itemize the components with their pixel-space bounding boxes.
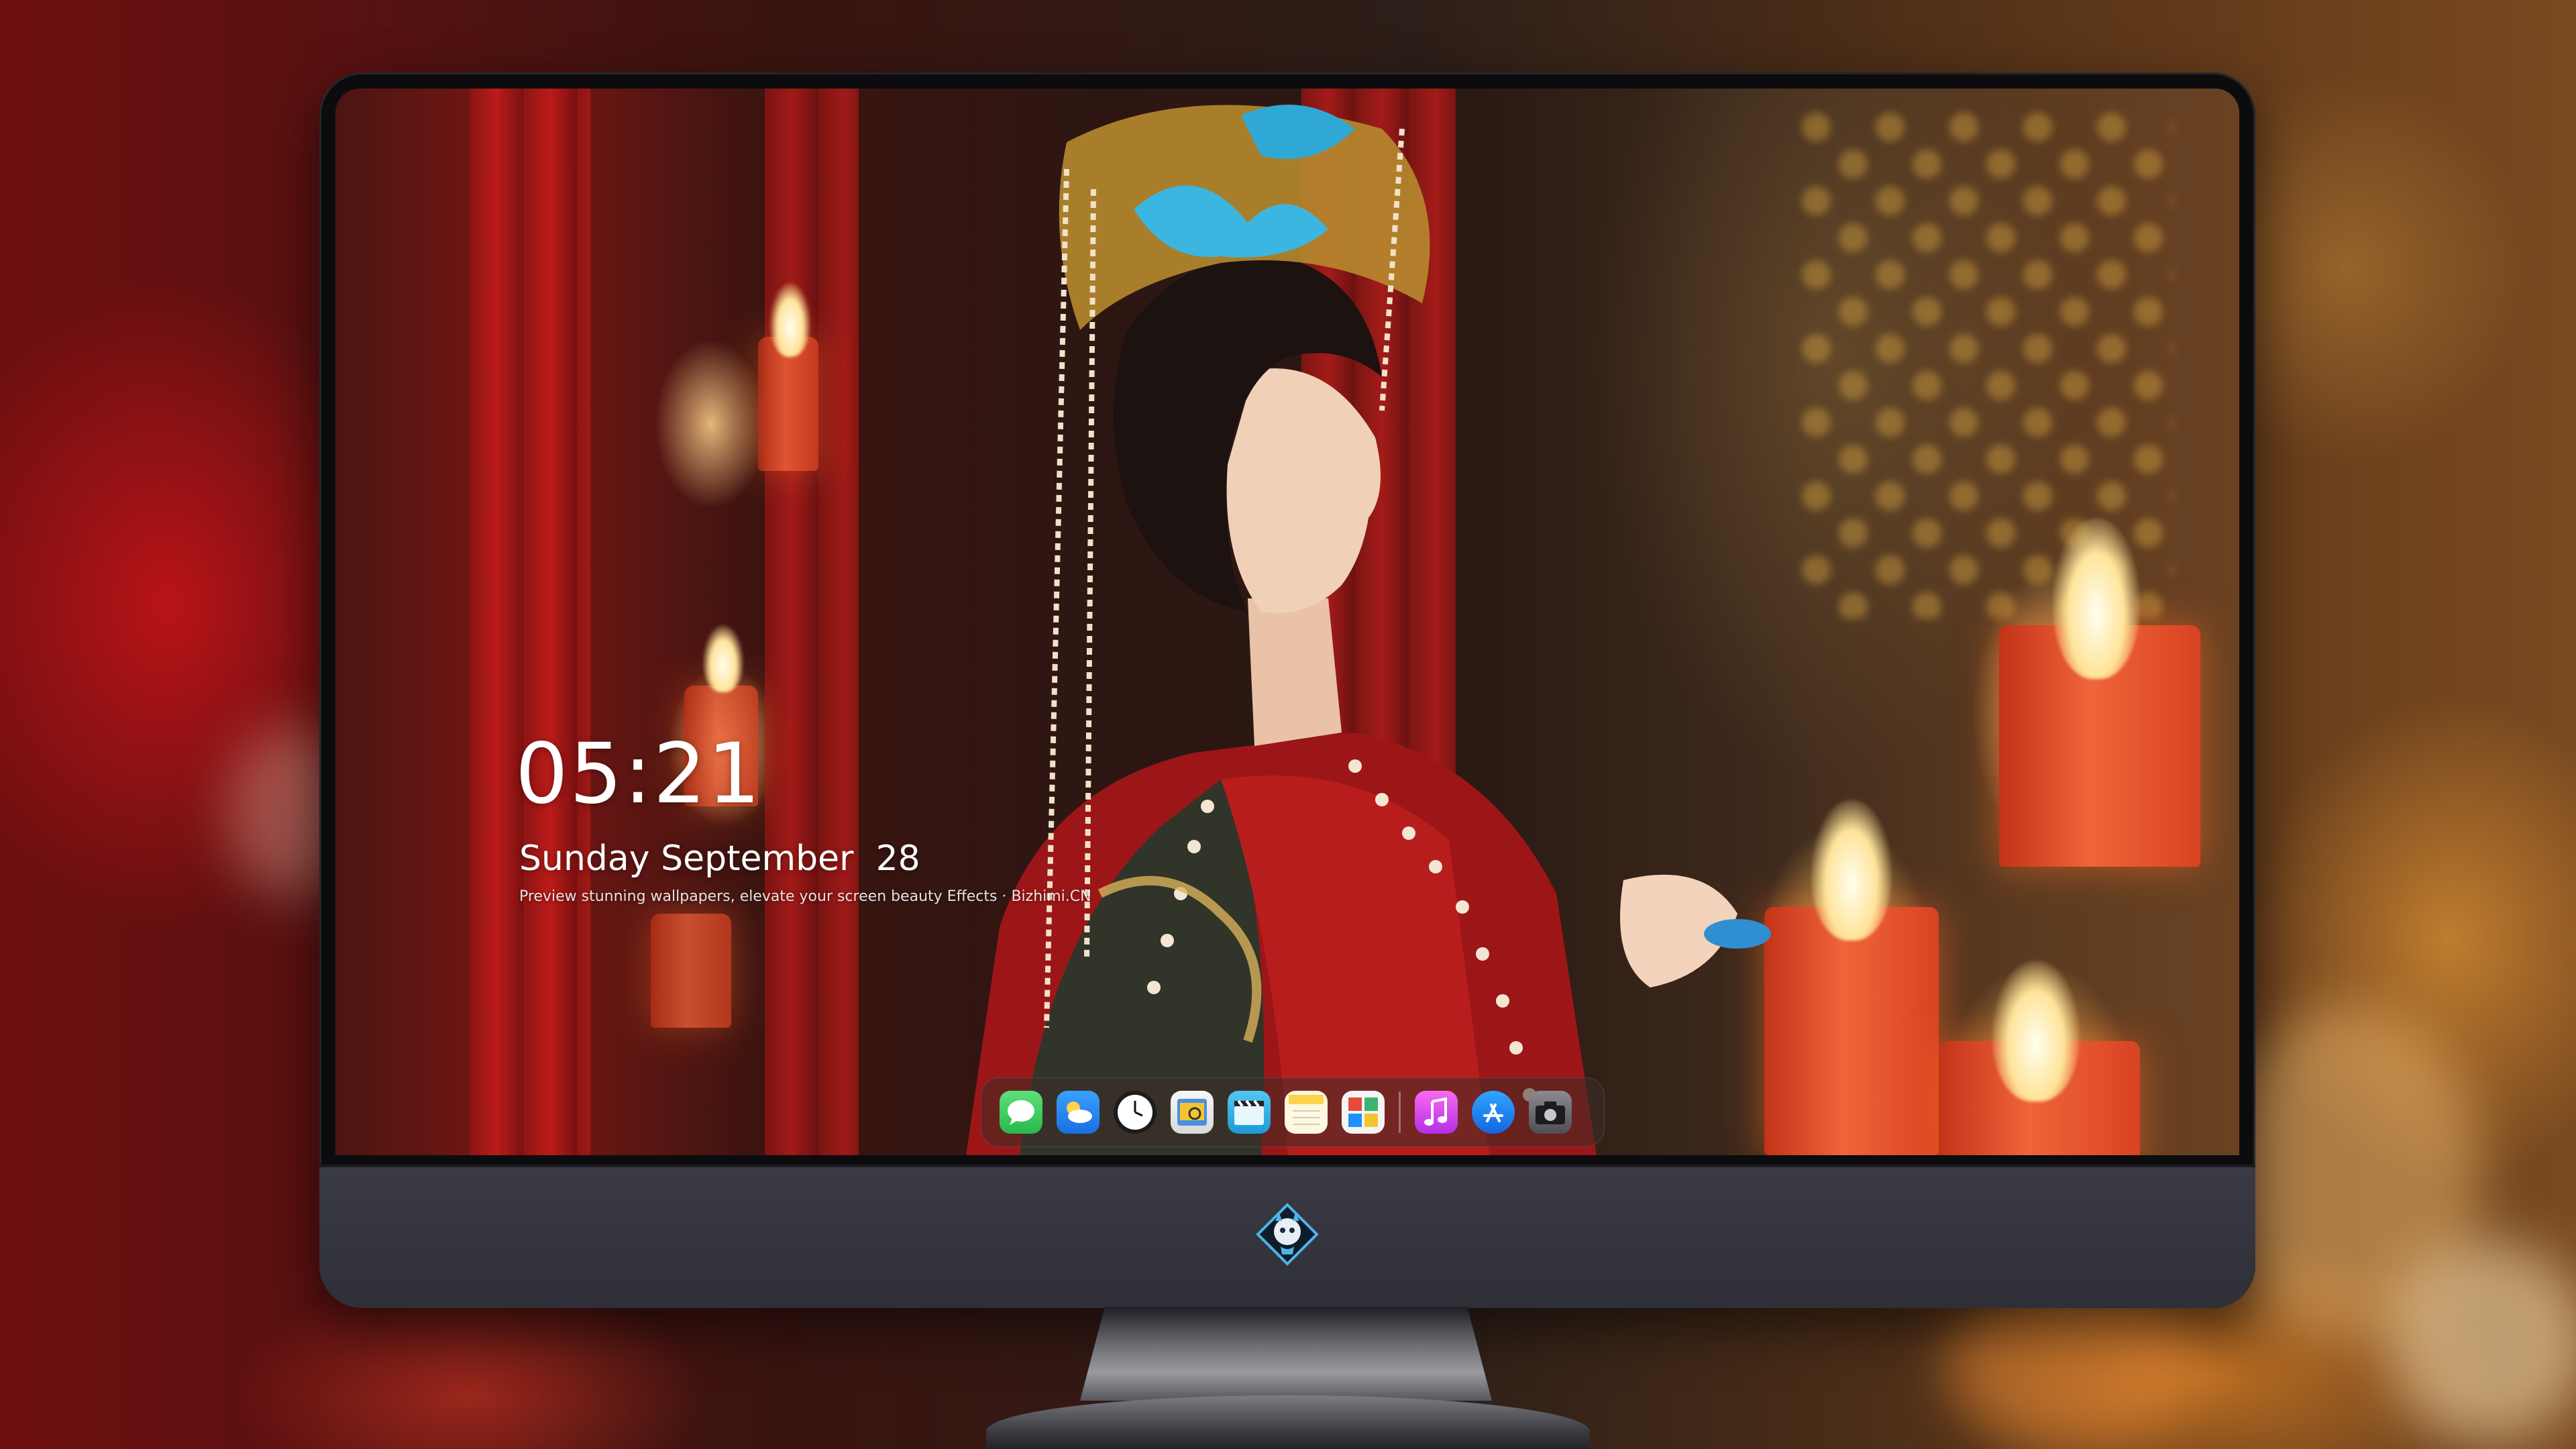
camera-icon[interactable] [1529,1091,1572,1134]
music-icon[interactable] [1415,1091,1458,1134]
candle [1764,907,1939,1155]
dock [981,1077,1605,1147]
photo-booth-icon[interactable] [1342,1091,1385,1134]
background-bokeh [2388,1241,2576,1442]
candle-flame [703,625,743,692]
candle [651,914,731,1028]
monitor-stand-base [986,1395,1590,1449]
candle [758,337,818,471]
candle-flame [770,283,810,357]
preview-icon[interactable] [1171,1091,1214,1134]
monitor-stand-neck [1080,1307,1492,1401]
lock-screen-time: 05:21 [515,726,762,822]
dock-separator [1399,1091,1401,1133]
notes-icon[interactable] [1285,1091,1328,1134]
candle-flame [1811,800,1892,941]
curtain-mid [765,89,859,1155]
weather-icon[interactable] [1057,1091,1099,1134]
wallpaper-screen: 05:21 Sunday September 28 Preview stunni… [335,89,2239,1155]
dragon-mascot-icon [1256,1203,1319,1266]
desktop-background: 05:21 Sunday September 28 Preview stunni… [0,0,2576,1449]
messages-icon[interactable] [1000,1091,1042,1134]
clips-icon[interactable] [1228,1091,1271,1134]
monitor-chin [319,1165,2255,1308]
curtain-left [470,89,590,1155]
candle-flame [1992,961,2080,1102]
clock-icon[interactable] [1114,1091,1157,1134]
app-store-icon[interactable] [1472,1091,1515,1134]
lock-screen-tagline: Preview stunning wallpapers, elevate you… [519,888,1091,905]
candle-flame [2053,518,2140,679]
lock-screen-date: Sunday September 28 [519,839,920,879]
wallpaper-figure [966,105,1771,1155]
monitor: 05:21 Sunday September 28 Preview stunni… [319,72,2255,1308]
